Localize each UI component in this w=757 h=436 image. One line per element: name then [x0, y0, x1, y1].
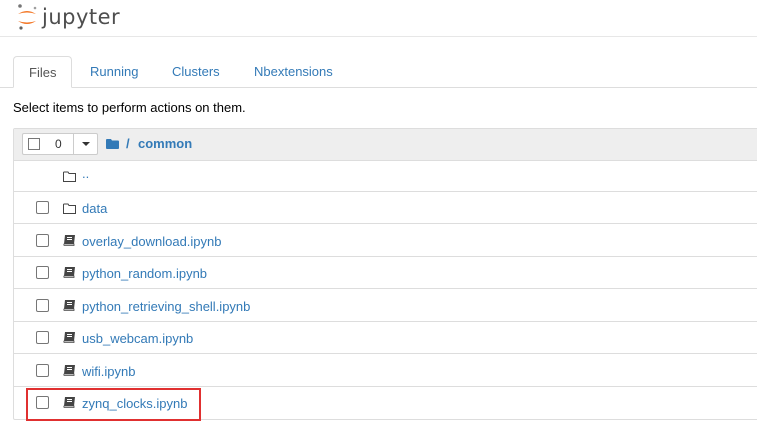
folder-outline-icon: [63, 171, 76, 182]
item-name[interactable]: overlay_download.ipynb: [82, 234, 221, 249]
list-item-notebook[interactable]: overlay_download.ipynb: [14, 225, 757, 257]
item-checkbox[interactable]: [36, 234, 49, 247]
item-checkbox[interactable]: [36, 364, 49, 377]
tab-bar: Files Running Clusters Nbextensions: [0, 56, 757, 88]
item-name[interactable]: wifi.ipynb: [82, 364, 135, 379]
notebook-icon: [63, 300, 75, 311]
item-checkbox[interactable]: [36, 331, 49, 344]
select-all-button[interactable]: 0: [22, 133, 74, 155]
selected-count: 0: [55, 137, 62, 151]
item-name[interactable]: python_random.ipynb: [82, 266, 207, 281]
item-name[interactable]: python_retrieving_shell.ipynb: [82, 299, 250, 314]
item-name[interactable]: usb_webcam.ipynb: [82, 331, 193, 346]
file-list: 0 / common .. data overlay_download.ipyn…: [13, 128, 757, 420]
notebook-icon: [63, 332, 75, 343]
jupyter-logo[interactable]: jupyter: [15, 3, 120, 31]
list-item-notebook[interactable]: python_random.ipynb: [14, 257, 757, 289]
list-item-notebook[interactable]: usb_webcam.ipynb: [14, 322, 757, 354]
tab-running[interactable]: Running: [75, 56, 153, 87]
folder-outline-icon: [63, 203, 76, 214]
notebook-icon: [63, 235, 75, 246]
list-item-notebook[interactable]: wifi.ipynb: [14, 355, 757, 387]
list-item-data[interactable]: data: [14, 192, 757, 224]
item-name[interactable]: ..: [82, 166, 89, 181]
item-name[interactable]: data: [82, 201, 107, 216]
jupyter-logo-icon: [18, 4, 37, 30]
list-header: 0 / common: [14, 129, 757, 161]
logo-text: jupyter: [42, 5, 121, 29]
list-item-parent[interactable]: ..: [14, 160, 757, 192]
tab-clusters[interactable]: Clusters: [157, 56, 235, 87]
highlight-box: [26, 388, 201, 421]
notebook-icon: [63, 267, 75, 278]
tab-nbextensions[interactable]: Nbextensions: [239, 56, 348, 87]
caret-down-icon: [82, 142, 90, 146]
instruction-text: Select items to perform actions on them.: [13, 100, 246, 115]
item-checkbox[interactable]: [36, 266, 49, 279]
item-checkbox[interactable]: [36, 201, 49, 214]
select-dropdown-button[interactable]: [73, 133, 98, 155]
breadcrumb-current[interactable]: common: [138, 136, 192, 151]
notebook-icon: [63, 365, 75, 376]
folder-icon[interactable]: [106, 139, 119, 149]
select-all-checkbox[interactable]: [28, 138, 40, 150]
header-bar: jupyter: [0, 0, 757, 37]
list-item-notebook[interactable]: python_retrieving_shell.ipynb: [14, 290, 757, 322]
item-checkbox[interactable]: [36, 299, 49, 312]
tab-files[interactable]: Files: [13, 56, 73, 88]
breadcrumb-separator: /: [126, 136, 130, 151]
